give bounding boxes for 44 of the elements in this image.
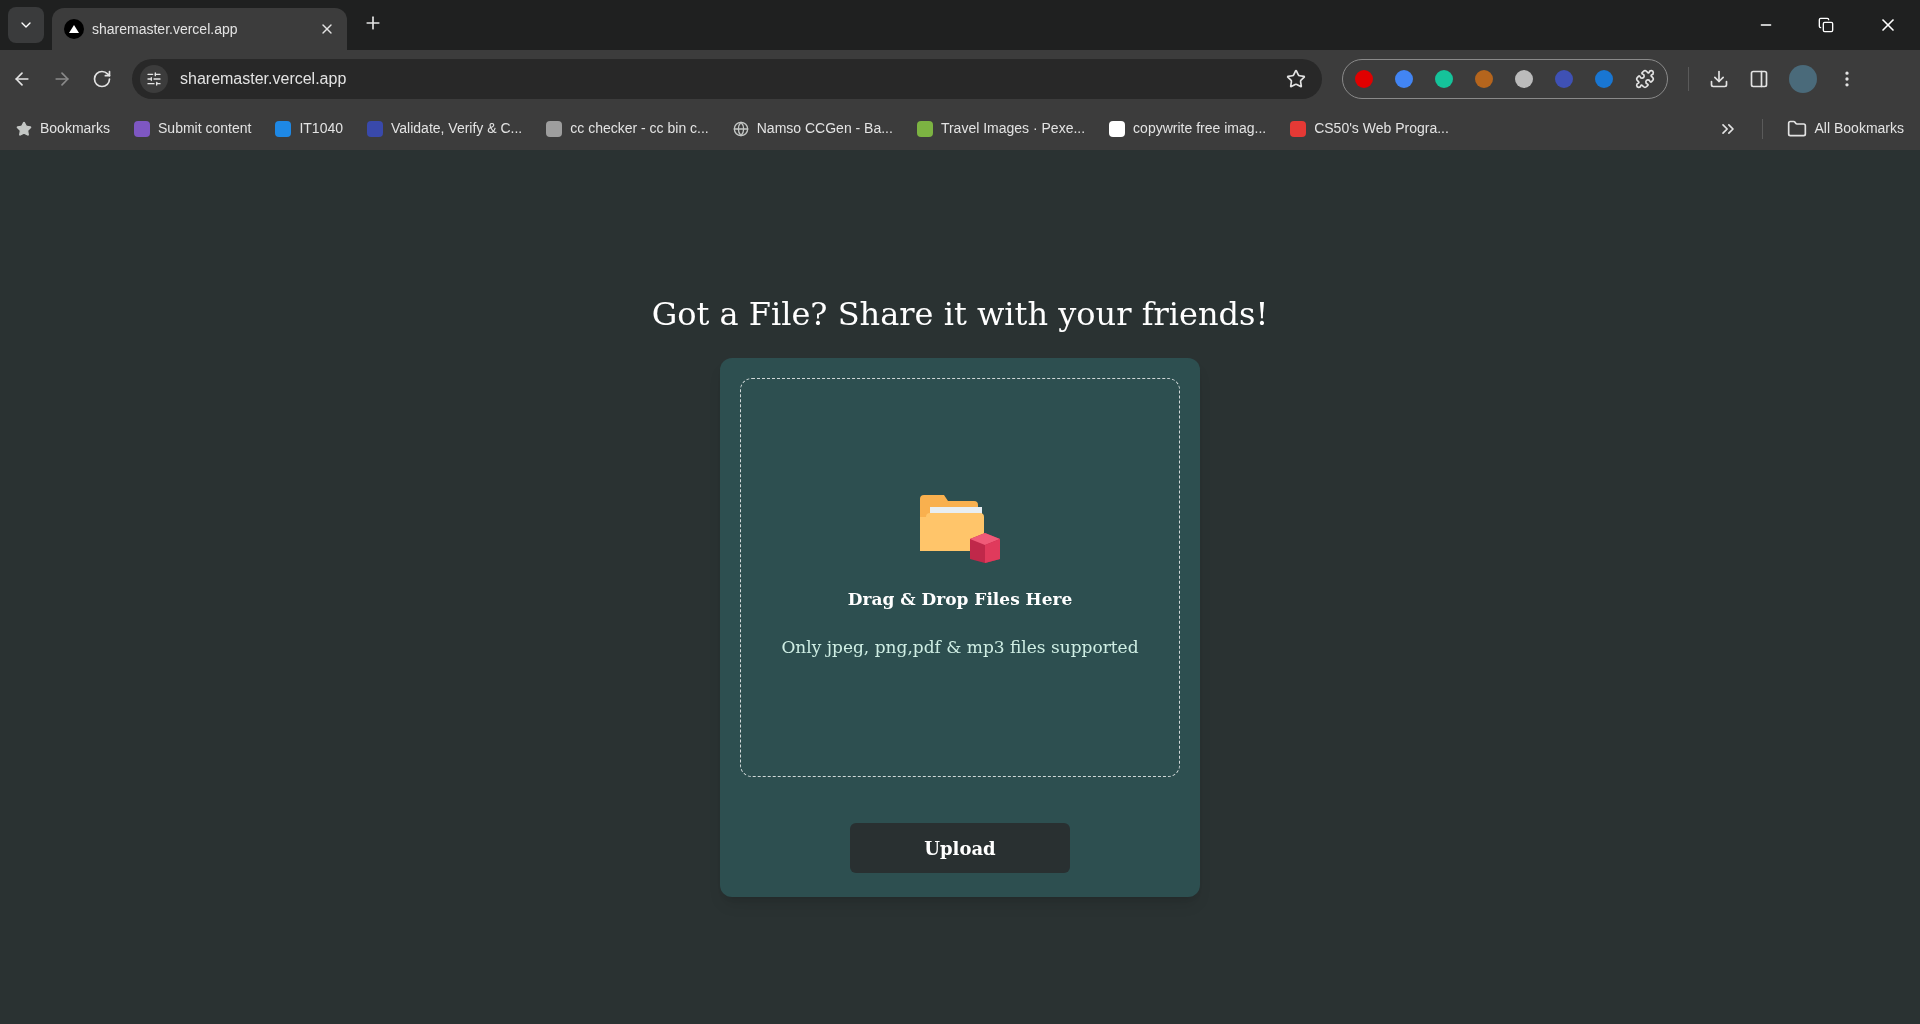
bookmark-star-icon[interactable] [1286, 68, 1306, 89]
bookmark-link[interactable]: Bookmarks [40, 118, 111, 139]
download-icon[interactable] [1709, 68, 1729, 89]
favicon-icon [275, 120, 292, 137]
favicon-icon [134, 120, 151, 137]
url-text: sharemaster.vercel.app [180, 68, 348, 89]
folder-icon [1786, 118, 1807, 139]
drop-hint: Only jpeg, png,pdf & mp3 files supported [781, 635, 1139, 659]
globe-icon [732, 120, 749, 137]
bookmark-link[interactable]: copywrite free imag... [1133, 118, 1267, 139]
bookmark-link[interactable]: IT1040 [299, 118, 343, 139]
all-bookmarks-link[interactable]: All Bookmarks [1814, 118, 1904, 139]
extensions-icon[interactable] [1635, 68, 1655, 89]
favicon-icon [367, 120, 383, 137]
address-bar[interactable]: sharemaster.vercel.app [132, 58, 1322, 99]
site-settings-icon[interactable] [140, 64, 168, 93]
extension-icon[interactable] [1395, 69, 1413, 88]
upload-button[interactable]: Upload [850, 823, 1070, 873]
drop-title: Drag & Drop Files Here [847, 588, 1073, 611]
extension-icon[interactable] [1515, 69, 1533, 88]
folder-icon [918, 495, 1002, 563]
restore-icon[interactable] [1818, 17, 1834, 33]
extension-icon[interactable] [1475, 69, 1493, 88]
reload-icon[interactable] [92, 68, 112, 89]
favicon-icon [916, 120, 933, 137]
bookmark-link[interactable]: Submit content [158, 118, 252, 139]
favicon-icon [1109, 120, 1126, 137]
tab-search-button[interactable] [8, 7, 44, 43]
bookmark-link[interactable]: Namso CCGen - Ba... [756, 118, 893, 139]
bookmark-link[interactable]: CS50's Web Progra... [1314, 118, 1449, 139]
favicon-icon [1290, 120, 1307, 137]
favicon-icon [546, 120, 563, 137]
browser-tab[interactable]: sharemaster.vercel.app [52, 8, 347, 50]
extension-icon[interactable] [1435, 69, 1453, 88]
drop-zone[interactable]: Drag & Drop Files Here Only jpeg, png,pdf & mp3 files supported [740, 378, 1180, 777]
triangle-logo-icon [64, 19, 84, 39]
star-icon [16, 120, 32, 137]
bookmark-link[interactable]: cc checker - cc bin c... [570, 118, 709, 139]
page-heading: Got a File? Share it with your friends! [651, 294, 1269, 335]
bookmark-link[interactable]: Validate, Verify & C... [391, 118, 523, 139]
tab-title: sharemaster.vercel.app [92, 19, 239, 39]
side-panel-icon[interactable] [1749, 68, 1769, 89]
extension-icon[interactable] [1595, 69, 1613, 88]
bookmark-link[interactable]: Travel Images · Pexe... [940, 118, 1086, 139]
